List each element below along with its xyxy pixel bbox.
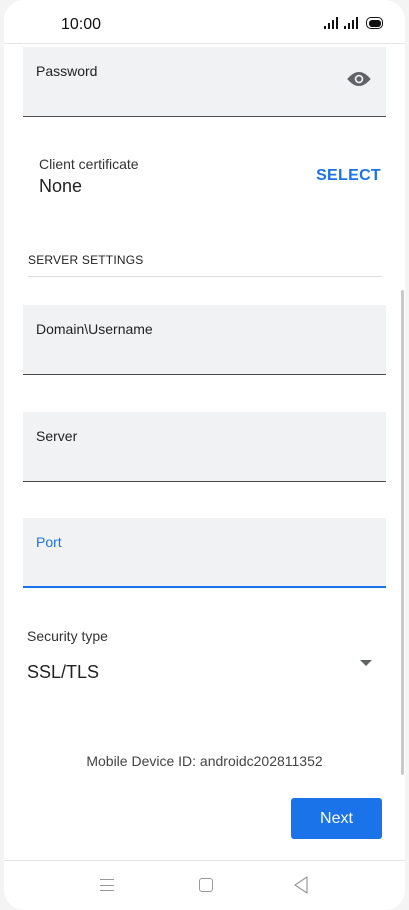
menu-icon[interactable]	[100, 879, 114, 891]
section-divider	[28, 276, 382, 277]
domain-username-field[interactable]: Domain\Username	[23, 305, 386, 375]
navigation-bar	[4, 861, 405, 910]
password-label: Password	[36, 63, 98, 79]
port-label: Port	[36, 534, 62, 550]
security-type-dropdown[interactable]: SSL/TLS	[23, 650, 386, 694]
eye-icon[interactable]	[346, 71, 372, 87]
next-button[interactable]: Next	[291, 798, 382, 839]
signal-icon	[344, 17, 358, 29]
status-bar: 10:00	[4, 0, 405, 44]
security-type-value: SSL/TLS	[27, 662, 100, 682]
client-certificate-value: None	[39, 176, 83, 196]
domain-username-label: Domain\Username	[36, 321, 153, 337]
select-certificate-button[interactable]: SELECT	[316, 167, 381, 185]
header-divider	[4, 43, 405, 44]
home-icon[interactable]	[199, 878, 213, 892]
password-field[interactable]: Password	[23, 47, 386, 117]
phone-screen: 10:00 Password Client certificate None S…	[4, 0, 405, 910]
server-settings-heading: SERVER SETTINGS	[28, 253, 144, 267]
port-field[interactable]: Port	[23, 518, 386, 588]
back-icon[interactable]	[293, 876, 309, 894]
signal-icon	[324, 17, 338, 29]
security-type-label: Security type	[27, 628, 108, 644]
status-icons	[324, 17, 383, 29]
scrollbar[interactable]	[401, 290, 404, 775]
status-time: 10:00	[61, 16, 102, 33]
server-label: Server	[36, 428, 78, 444]
mobile-device-id: Mobile Device ID: androidc202811352	[86, 753, 323, 769]
client-certificate-label: Client certificate	[39, 156, 139, 172]
battery-icon	[366, 17, 383, 29]
dropdown-arrow-icon	[360, 660, 372, 666]
server-field[interactable]: Server	[23, 412, 386, 482]
